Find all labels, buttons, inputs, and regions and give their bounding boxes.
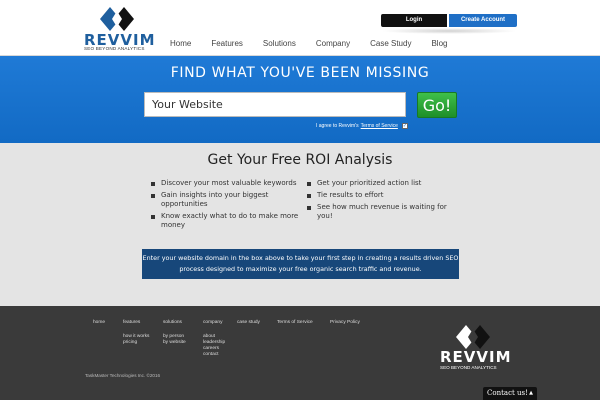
- copyright: TaskMaster Technologies Inc. ©2016: [85, 373, 161, 378]
- nav-blog[interactable]: Blog: [421, 37, 457, 51]
- nav-features[interactable]: Features: [201, 37, 253, 51]
- nav-solutions[interactable]: Solutions: [253, 37, 306, 51]
- hero-title: FIND WHAT YOU'VE BEEN MISSING: [170, 65, 430, 81]
- go-button[interactable]: Go!: [417, 92, 457, 118]
- auth-shadow: [381, 28, 517, 34]
- terms-link[interactable]: Terms of Service: [361, 123, 398, 129]
- auth-buttons: Login Create Account: [381, 14, 517, 27]
- nav-home[interactable]: Home: [160, 37, 201, 51]
- agree-text: I agree to Revvim's: [316, 123, 359, 129]
- agree-checkbox[interactable]: ✓: [401, 123, 408, 129]
- nav-company[interactable]: Company: [306, 37, 360, 51]
- footer-logo-diamond-icon: [456, 325, 490, 349]
- footer-col-home: home: [93, 320, 105, 334]
- revvim-logo[interactable]: REVVIM SEO BEYOND ANALYTICS: [84, 6, 155, 51]
- footer-col-features: features how it works pricing: [123, 320, 149, 346]
- create-account-button[interactable]: Create Account: [449, 14, 517, 27]
- footer-link-by-website[interactable]: by website: [163, 340, 186, 346]
- footer-link-terms[interactable]: Terms of Service: [277, 320, 313, 326]
- list-item: Get your prioritized action list: [307, 179, 457, 188]
- roi-section: Get Your Free ROI Analysis Discover your…: [0, 143, 600, 306]
- footer-link-home[interactable]: home: [93, 320, 105, 326]
- list-item: Know exactly what to do to make more mon…: [151, 212, 306, 230]
- footer-link-features[interactable]: features: [123, 320, 149, 326]
- logo-diamond-icon: [100, 7, 134, 31]
- login-button[interactable]: Login: [381, 14, 447, 27]
- footer-link-contact[interactable]: contact: [203, 352, 225, 358]
- footer-col-tos: Terms of Service: [277, 320, 313, 334]
- footer-link-privacy[interactable]: Privacy Policy: [330, 320, 360, 326]
- footer-logo-wordmark: REVVIM: [440, 348, 512, 366]
- footer-link-case-study[interactable]: case study: [237, 320, 260, 326]
- footer-col-privacy: Privacy Policy: [330, 320, 360, 334]
- list-item: See how much revenue is waiting for you!: [307, 203, 457, 221]
- site-header: REVVIM SEO BEYOND ANALYTICS Home Feature…: [0, 0, 600, 56]
- footer-logo: REVVIM SEO BEYOND ANALYTICS: [440, 324, 511, 370]
- list-item: Discover your most valuable keywords: [151, 179, 306, 188]
- footer-logo-tagline: SEO BEYOND ANALYTICS: [440, 365, 497, 370]
- list-item: Gain insights into your biggest opportun…: [151, 191, 306, 209]
- chevron-up-icon: ▲: [529, 390, 533, 396]
- footer-link-pricing[interactable]: pricing: [123, 340, 149, 346]
- benefits-list-right: Get your prioritized action list Tie res…: [307, 179, 457, 224]
- contact-us-chat-button[interactable]: Contact us! ▲: [483, 387, 537, 400]
- footer-col-company: company about leadership careers contact: [203, 320, 225, 358]
- footer-col-solutions: solutions by person by website: [163, 320, 186, 346]
- footer-link-company[interactable]: company: [203, 320, 225, 326]
- nav-case-study[interactable]: Case Study: [360, 37, 421, 51]
- hero-banner: FIND WHAT YOU'VE BEEN MISSING Your Websi…: [0, 56, 600, 143]
- terms-agreement: I agree to Revvim's Terms of Service ✓: [316, 123, 408, 129]
- benefits-list-left: Discover your most valuable keywords Gai…: [151, 179, 306, 233]
- contact-us-label: Contact us!: [487, 389, 528, 397]
- website-input[interactable]: Your Website: [144, 92, 406, 117]
- footer-link-solutions[interactable]: solutions: [163, 320, 186, 326]
- footer-col-case-study: case study: [237, 320, 260, 334]
- main-nav: Home Features Solutions Company Case Stu…: [160, 37, 457, 51]
- cta-callout: Enter your website domain in the box abo…: [142, 249, 459, 279]
- logo-tagline: SEO BEYOND ANALYTICS: [84, 46, 145, 51]
- list-item: Tie results to effort: [307, 191, 457, 200]
- section-title: Get Your Free ROI Analysis: [207, 152, 393, 168]
- site-footer: home features how it works pricing solut…: [0, 306, 600, 400]
